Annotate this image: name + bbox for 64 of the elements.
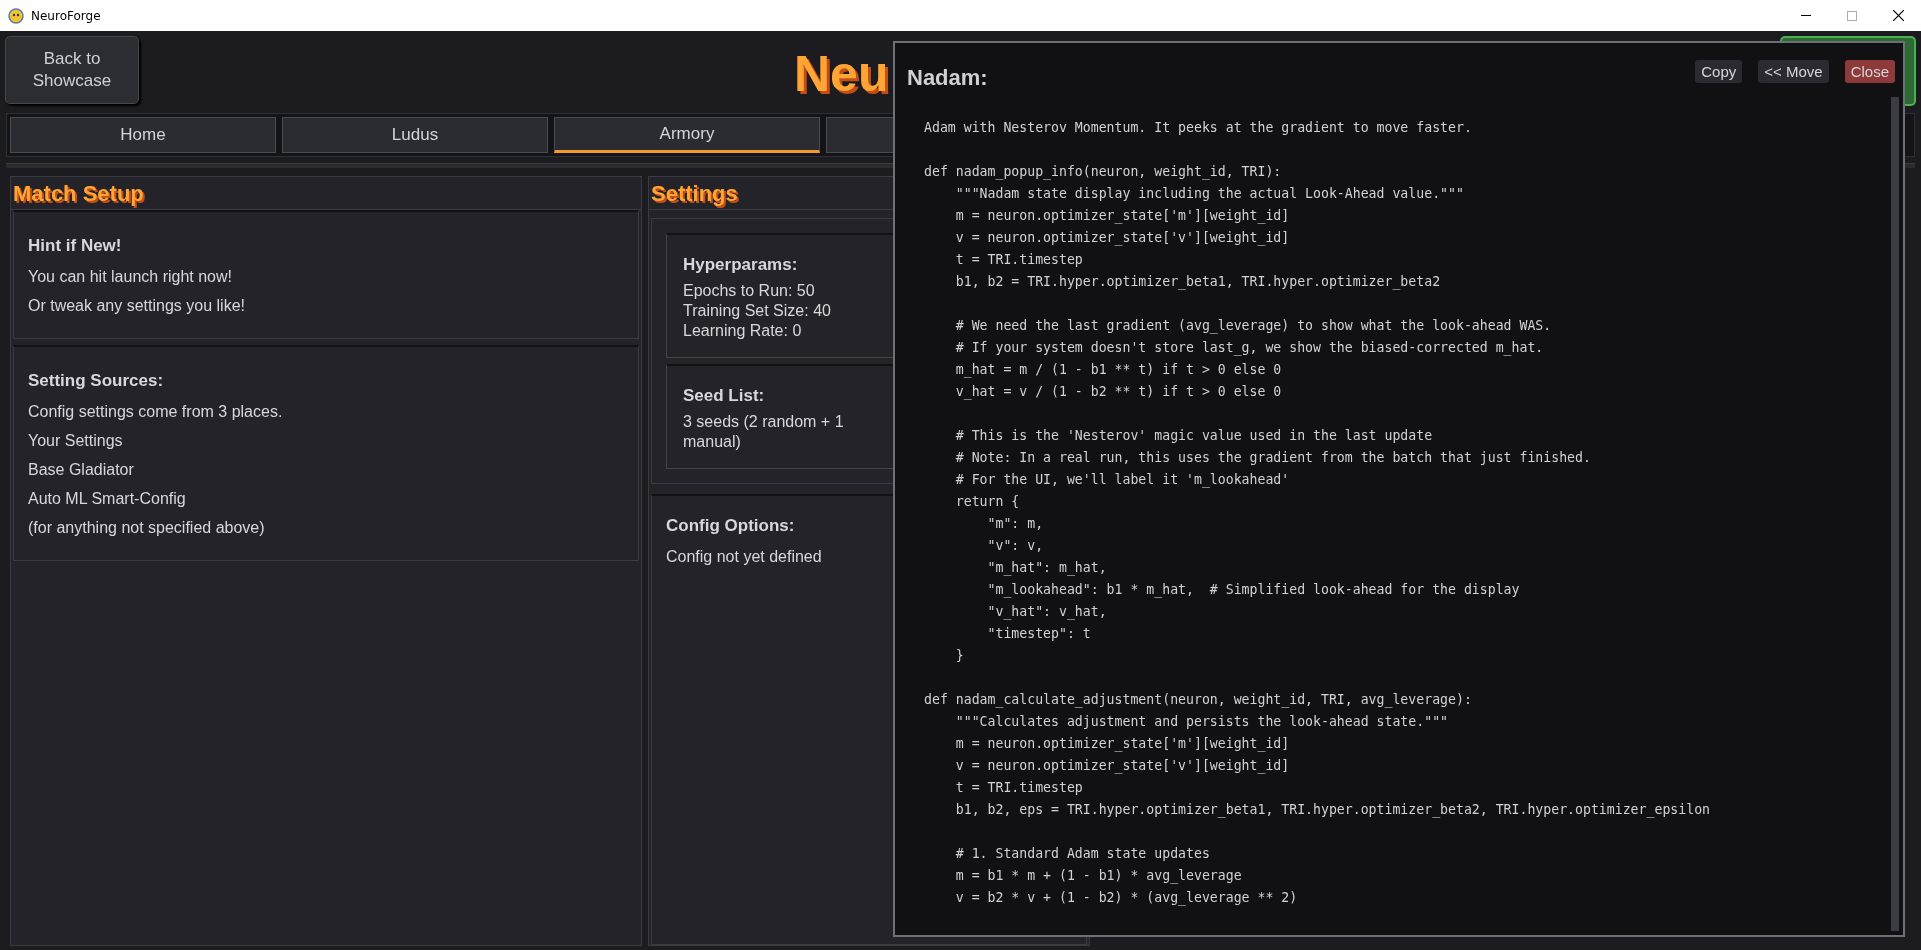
card-text: Learning Rate: 0 xyxy=(683,322,802,339)
code-line: # 1. Standard Adam state updates xyxy=(954,846,1210,861)
code-line: return { xyxy=(954,494,1020,509)
code-line: Adam with Nesterov Momentum. It peeks at the gradient to move faster. xyxy=(924,120,1472,135)
code-line: v = b2 * v + (1 - b2) * (avg_leverage ** 2) xyxy=(954,890,1298,905)
card-title: Setting Sources: xyxy=(28,371,164,390)
card-text: Your Settings xyxy=(28,432,123,449)
card-text: Or tweak any settings you like! xyxy=(28,297,245,314)
card-text: Epochs to Run: 50 xyxy=(683,282,815,299)
code-line: def nadam_calculate_adjustment(neuron, weight_id, TRI, avg_leverage): xyxy=(924,692,1472,707)
code-line: m = b1 * m + (1 - b1) * avg_leverage xyxy=(954,868,1242,883)
card-text: 3 seeds (2 random + 1 manual) xyxy=(683,413,844,450)
nav-tab[interactable]: Home xyxy=(10,117,276,153)
popup-title: Nadam: xyxy=(907,65,988,91)
popup-button[interactable]: Copy xyxy=(1695,59,1743,83)
card-text: Config not yet defined xyxy=(666,548,822,565)
card-text: (for anything not specified above) xyxy=(28,519,265,536)
code-line: b1, b2, eps = TRI.hyper.optimizer_beta1, TRI.hyper.optimizer_beta2, TRI.hyper.optimizer_epsilon xyxy=(954,802,1710,817)
code-line: b1, b2 = TRI.hyper.optimizer_beta1, TRI.hyper.optimizer_beta2 xyxy=(954,274,1441,289)
card-title: Seed List: xyxy=(683,386,765,405)
close-icon[interactable] xyxy=(1892,10,1904,21)
code-line: m = neuron.optimizer_state['m'][weight_id] xyxy=(954,736,1290,751)
nav-tab[interactable]: Ludus xyxy=(282,117,548,153)
card-title: Hint if New! xyxy=(28,236,122,255)
code-line: } xyxy=(954,648,964,663)
card-text: Training Set Size: 40 xyxy=(683,302,831,319)
code-line: "m_hat": m_hat, xyxy=(986,560,1107,575)
window-title: NeuroForge xyxy=(31,8,101,23)
code-line: "v_hat": v_hat, xyxy=(986,604,1107,619)
code-line: # If your system doesn't store last_g, we show the biased-corrected m_hat. xyxy=(954,340,1544,355)
app-title: Neu xyxy=(794,45,889,104)
code-line: t = TRI.timestep xyxy=(954,780,1083,795)
code-line: v = neuron.optimizer_state['v'][weight_id] xyxy=(954,230,1290,245)
code-line: "m": m, xyxy=(986,516,1044,531)
code-line: "m_lookahead": b1 * m_hat, # Simplified look-ahead for the display xyxy=(986,582,1520,597)
code-line: # Note: In a real run, this uses the gradient from the batch that just finished. xyxy=(954,450,1591,465)
maximize-icon[interactable] xyxy=(1847,10,1857,21)
code-line: m = neuron.optimizer_state['m'][weight_id] xyxy=(954,208,1290,223)
back-button[interactable]: Back to Showcase xyxy=(5,36,139,104)
code-line: # For the UI, we'll label it 'm_lookahead' xyxy=(954,472,1290,487)
code-line: # We need the last gradient (avg_leverage) to show what the look-ahead WAS. xyxy=(954,318,1552,333)
code-line: v_hat = v / (1 - b2 ** t) if t > 0 else 0 xyxy=(954,384,1282,399)
nav-tab[interactable]: Armory xyxy=(554,117,820,153)
app-icon xyxy=(8,7,24,24)
code-line: "v": v, xyxy=(986,538,1044,553)
code-line: # This is the 'Nesterov' magic value used in the last update xyxy=(954,428,1433,443)
code-line: v = neuron.optimizer_state['v'][weight_id] xyxy=(954,758,1290,773)
card-text: Base Gladiator xyxy=(28,461,134,478)
card-text: You can hit launch right now! xyxy=(28,268,232,285)
popup-button[interactable]: Close xyxy=(1844,59,1895,83)
popup-button[interactable]: << Move xyxy=(1758,59,1829,83)
scrollbar[interactable] xyxy=(1891,97,1899,931)
code-line: "timestep": t xyxy=(986,626,1091,641)
code-line: """Nadam state display including the actual Look-Ahead value.""" xyxy=(954,186,1464,201)
section-heading: Match Setup xyxy=(13,181,144,206)
card-text: Config settings come from 3 places. xyxy=(28,403,283,420)
code-line: """Calculates adjustment and persists the look-ahead state.""" xyxy=(954,714,1448,729)
card-title: Config Options: xyxy=(666,516,795,535)
code-line: m_hat = m / (1 - b1 ** t) if t > 0 else 0 xyxy=(954,362,1282,377)
card-text: Auto ML Smart-Config xyxy=(28,490,186,507)
card-title: Hyperparams: xyxy=(683,255,798,274)
code-line: def nadam_popup_info(neuron, weight_id, TRI): xyxy=(924,164,1282,179)
section-heading: Settings xyxy=(651,181,738,206)
code-line: t = TRI.timestep xyxy=(954,252,1083,267)
